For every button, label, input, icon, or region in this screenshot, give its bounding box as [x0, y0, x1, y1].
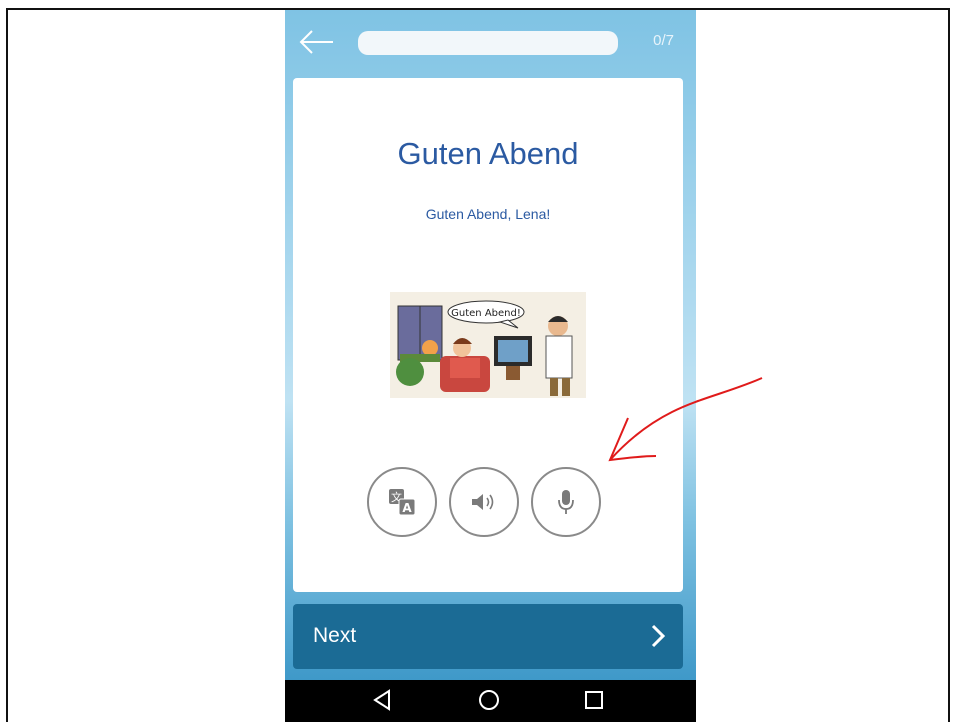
svg-text:A: A: [402, 501, 412, 515]
top-bar: 0/7: [285, 10, 696, 72]
speaker-icon: [472, 494, 494, 510]
arrow-left-icon: [299, 30, 333, 54]
home-circle-icon[interactable]: [477, 688, 501, 712]
system-nav-bar: [285, 680, 696, 722]
lesson-illustration: Guten Abend!: [390, 292, 586, 398]
back-button[interactable]: [299, 28, 339, 58]
back-triangle-icon[interactable]: [371, 688, 393, 712]
chevron-right-icon: [651, 624, 666, 648]
microphone-button[interactable]: [531, 467, 601, 537]
microphone-icon: [558, 490, 574, 514]
action-buttons: 文 A: [367, 467, 617, 541]
speech-bubble-text: Guten Abend!: [451, 308, 521, 319]
phrase-example: Guten Abend, Lena!: [425, 206, 551, 222]
translate-icon: 文 A: [389, 489, 416, 516]
recents-square-icon[interactable]: [583, 688, 605, 712]
next-label: Next: [313, 624, 357, 647]
progress-counter: 0/7: [653, 32, 674, 49]
translate-button[interactable]: 文 A: [367, 467, 437, 537]
next-button[interactable]: Next: [293, 604, 683, 669]
phrase-title: Guten Abend: [397, 136, 579, 171]
phone-screen: 0/7 Guten Abend Guten Abend, Lena! Guten…: [285, 10, 696, 722]
lesson-card: Guten Abend Guten Abend, Lena! Guten Abe…: [293, 78, 683, 592]
progress-bar: [358, 31, 618, 55]
audio-button[interactable]: [449, 467, 519, 537]
